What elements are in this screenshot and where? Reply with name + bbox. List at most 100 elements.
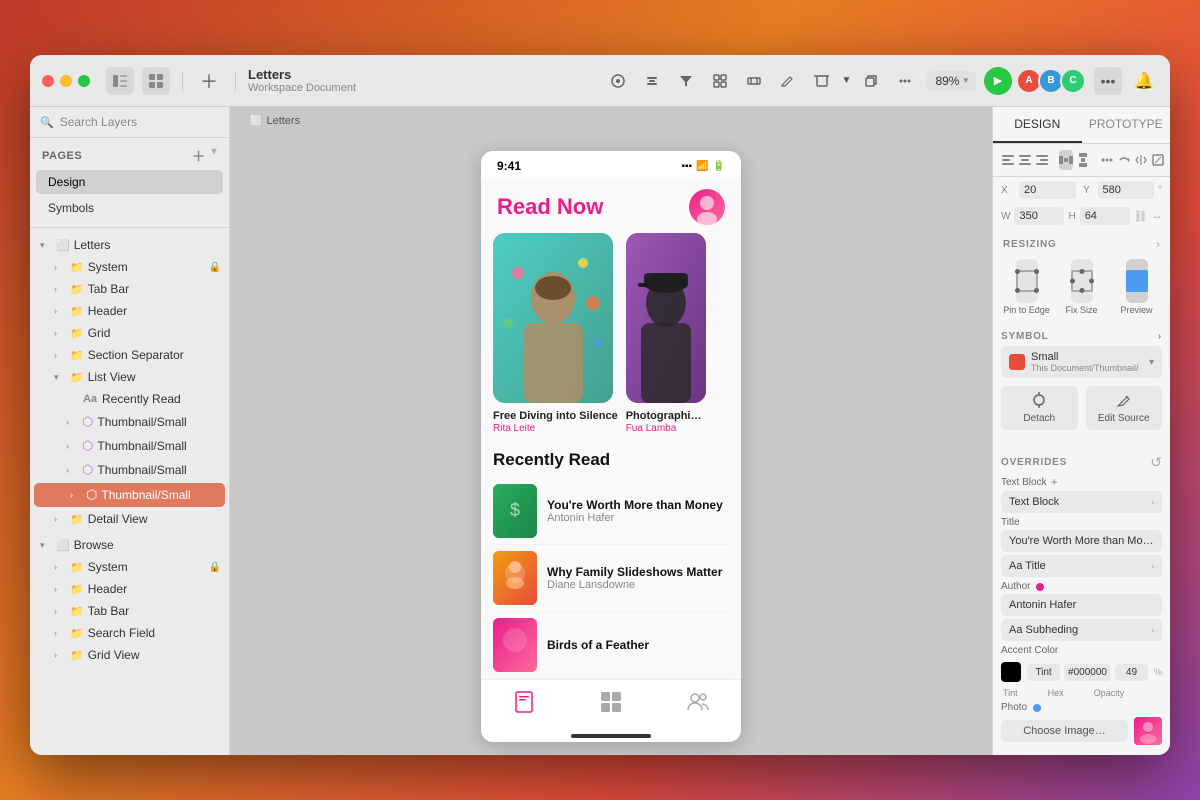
book-list-item-2[interactable]: Why Family Slideshows Matter Diane Lansd… — [493, 545, 729, 612]
maximize-button[interactable] — [78, 75, 90, 87]
fix-size-option[interactable]: Fix Size — [1056, 259, 1107, 319]
layer-thumb-2[interactable]: › ⬡ Thumbnail/Small — [30, 434, 229, 458]
author-value[interactable]: Antonin Hafer — [1001, 594, 1162, 616]
add-override-icon[interactable]: + — [1051, 475, 1058, 489]
layer-tab-bar-2[interactable]: › 📁 Tab Bar — [30, 600, 229, 622]
title-style[interactable]: Aa Title › — [1001, 555, 1162, 577]
more-tools-icon[interactable] — [891, 67, 919, 95]
layer-letters[interactable]: ▾ ⬜ Letters — [30, 234, 229, 256]
search-input[interactable]: Search Layers — [60, 115, 137, 129]
layer-section-sep[interactable]: › 📁 Section Separator — [30, 344, 229, 366]
choose-image-button[interactable]: Choose Image… — [1001, 720, 1128, 742]
fix-size-btn[interactable] — [1071, 259, 1093, 303]
align-left-icon[interactable] — [1001, 150, 1015, 170]
tab-book-icon[interactable] — [512, 690, 536, 720]
canvas-area[interactable]: ⬜ Letters 9:41 ▪▪▪ 📶 🔋 — [230, 107, 992, 755]
layer-browse[interactable]: ▾ ⬜ Browse — [30, 534, 229, 556]
zoom-control[interactable]: 89% ▾ — [927, 71, 976, 91]
layer-header-1[interactable]: › 📁 Header — [30, 300, 229, 322]
pages-chevron: ▾ — [211, 146, 217, 165]
notifications-button[interactable]: 🔔 — [1130, 67, 1158, 95]
detach-button[interactable]: Detach — [1001, 386, 1078, 430]
layer-header-2[interactable]: › 📁 Header — [30, 578, 229, 600]
symbol-selector[interactable]: Small This Document/Thumbnail/ ▾ — [1001, 346, 1162, 378]
add-page-icon[interactable]: ＋ — [192, 146, 206, 165]
user-avatar[interactable] — [689, 189, 725, 225]
flip-h-icon[interactable]: ↔ — [1152, 210, 1163, 222]
tab-design[interactable]: DESIGN — [993, 107, 1082, 143]
distribute-h-icon[interactable] — [1059, 150, 1073, 170]
resizing-toggle[interactable]: › — [1156, 237, 1160, 251]
minimize-button[interactable] — [60, 75, 72, 87]
tab-people-icon[interactable] — [686, 690, 710, 720]
book-1-author: Rita Leite — [493, 423, 618, 434]
pencil-icon[interactable] — [774, 67, 802, 95]
layer-detail-view[interactable]: › 📁 Detail View — [30, 508, 229, 530]
preview-btn[interactable] — [1126, 259, 1148, 303]
page-item-design[interactable]: Design — [36, 170, 223, 194]
layer-grid-view[interactable]: › 📁 Grid View — [30, 644, 229, 666]
x-input[interactable] — [1019, 181, 1076, 199]
image-thumbnail[interactable] — [1134, 717, 1162, 745]
scale-icon[interactable] — [1151, 150, 1165, 170]
layer-search-field[interactable]: › 📁 Search Field — [30, 622, 229, 644]
distribute-v-icon[interactable] — [1076, 150, 1090, 170]
book-card-2[interactable]: Photographi… Fua Lamba — [626, 233, 706, 438]
opacity-value[interactable]: 49 — [1115, 664, 1148, 681]
divider — [182, 71, 183, 91]
w-input[interactable] — [1014, 207, 1064, 225]
detach-icon — [1031, 392, 1047, 411]
crop-icon[interactable] — [808, 67, 836, 95]
book-list-item-1[interactable]: $ You're Worth More than Money Antonin H… — [493, 478, 729, 545]
play-button[interactable]: ▶ — [984, 67, 1012, 95]
page-item-symbols[interactable]: Symbols — [36, 196, 223, 220]
layer-thumb-3[interactable]: › ⬡ Thumbnail/Small — [30, 458, 229, 482]
accent-color-swatch[interactable] — [1001, 662, 1021, 682]
flip-icon[interactable] — [1134, 150, 1148, 170]
book-list-item-3[interactable]: Birds of a Feather — [493, 612, 729, 679]
edit-source-button[interactable]: Edit Source — [1086, 386, 1163, 430]
layout-icon[interactable] — [740, 67, 768, 95]
layer-thumb-4-active[interactable]: › ⬡ Thumbnail/Small — [34, 483, 225, 507]
layer-system-1[interactable]: › 📁 System 🔒 — [30, 256, 229, 278]
tab-grid-icon[interactable] — [599, 690, 623, 720]
y-input[interactable] — [1098, 181, 1155, 199]
layer-grid[interactable]: › 📁 Grid — [30, 322, 229, 344]
layer-list-view[interactable]: ▾ 📁 List View — [30, 366, 229, 388]
align-center-icon[interactable] — [1018, 150, 1032, 170]
crop-dropdown[interactable]: ▼ — [842, 75, 852, 86]
lock-ratio-icon[interactable]: ⛓ — [1134, 210, 1148, 223]
filter-icon[interactable] — [672, 67, 700, 95]
add-button[interactable]: ＋ — [195, 67, 223, 95]
frame-icon[interactable] — [706, 67, 734, 95]
pin-to-edge-option[interactable]: Pin to Edge — [1001, 259, 1052, 319]
preview-option[interactable]: Preview — [1111, 259, 1162, 319]
title-override: Title You're Worth More than Money Aa Ti… — [1001, 517, 1162, 577]
book-card-1[interactable]: Free Diving into Silence Rita Leite — [493, 233, 618, 438]
align-icon[interactable] — [638, 67, 666, 95]
title-value[interactable]: You're Worth More than Money — [1001, 530, 1162, 552]
reset-icon[interactable]: ↺ — [1150, 454, 1162, 471]
close-button[interactable] — [42, 75, 54, 87]
author-style[interactable]: Aa Subheding › — [1001, 619, 1162, 641]
folder-icon: 📁 — [70, 261, 84, 274]
hex-value[interactable]: #000000 — [1064, 664, 1111, 681]
pin-edge-btn[interactable] — [1016, 259, 1038, 303]
search-box[interactable]: 🔍 Search Layers — [30, 107, 229, 138]
align-right-icon[interactable] — [1035, 150, 1049, 170]
size-row-wh: W H ⛓ ↔ — [993, 203, 1170, 229]
h-input[interactable] — [1080, 207, 1130, 225]
component-icon[interactable] — [604, 67, 632, 95]
copy-icon[interactable] — [857, 67, 885, 95]
layer-tab-bar-1[interactable]: › 📁 Tab Bar — [30, 278, 229, 300]
more-button[interactable]: ••• — [1094, 67, 1122, 95]
layer-thumb-1[interactable]: › ⬡ Thumbnail/Small — [30, 410, 229, 434]
layer-system-2[interactable]: › 📁 System 🔒 — [30, 556, 229, 578]
text-block-value[interactable]: Text Block › — [1001, 491, 1162, 513]
tab-prototype[interactable]: PROTOTYPE — [1082, 107, 1171, 143]
sidebar-toggle-button[interactable] — [106, 67, 134, 95]
layer-recently-read-text[interactable]: Aa Recently Read — [30, 388, 229, 410]
grid-view-button[interactable] — [142, 67, 170, 95]
rotate-icon[interactable] — [1117, 150, 1131, 170]
more-options-icon[interactable] — [1100, 150, 1114, 170]
